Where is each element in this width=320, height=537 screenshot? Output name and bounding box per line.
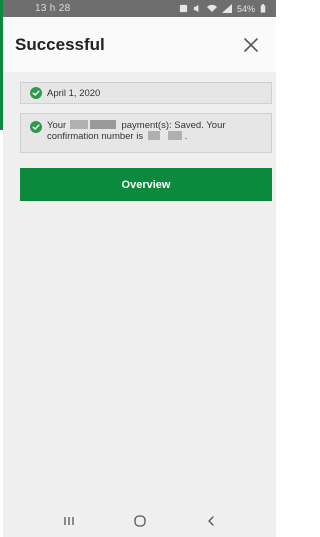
- title-bar: Successful: [3, 17, 276, 72]
- close-icon: [244, 37, 258, 52]
- home-button[interactable]: [125, 509, 155, 533]
- back-button[interactable]: [196, 509, 226, 533]
- payment-message: Your payment(s): Saved. Your confirmatio…: [47, 120, 226, 142]
- back-icon: [207, 516, 214, 526]
- battery-percent: 54%: [236, 3, 255, 14]
- battery-icon: [260, 4, 266, 13]
- confirmation-prefix: confirmation number is: [47, 131, 144, 142]
- status-icons: 54%: [179, 4, 266, 14]
- status-bar: 13 h 28 54%: [3, 0, 276, 17]
- signal-icon: [221, 4, 232, 13]
- system-nav-bar: [3, 505, 276, 537]
- check-circle-icon: [30, 121, 42, 133]
- alarm-icon: [179, 4, 188, 13]
- mute-icon: [193, 4, 199, 13]
- home-icon: [133, 515, 146, 527]
- payment-line-1: Your payment(s): Saved. Your: [47, 120, 226, 131]
- redacted-confirmation: [147, 131, 160, 140]
- payment-suffix: payment(s): Saved. Your: [121, 120, 226, 131]
- payment-message-card: Your payment(s): Saved. Your confirmatio…: [20, 113, 272, 153]
- redacted-confirmation: [167, 131, 182, 140]
- check-circle-icon: [30, 87, 42, 99]
- recents-button[interactable]: [54, 509, 84, 533]
- date-card: April 1, 2020: [20, 82, 272, 104]
- app-frame: 13 h 28 54% Successful April 1, 2020 You…: [3, 0, 276, 537]
- recents-icon: [63, 517, 74, 525]
- redacted-account: [69, 120, 88, 129]
- page-title: Successful: [15, 34, 105, 54]
- overview-button[interactable]: Overview: [20, 168, 272, 201]
- payment-line-2: confirmation number is .: [47, 131, 226, 142]
- status-time: 13 h 28: [35, 3, 71, 14]
- redacted-account: [89, 120, 116, 129]
- confirmation-end: .: [184, 131, 188, 142]
- close-button[interactable]: [240, 34, 262, 56]
- wifi-icon: [206, 4, 217, 12]
- payment-prefix: Your: [47, 120, 67, 131]
- date-text: April 1, 2020: [47, 87, 101, 99]
